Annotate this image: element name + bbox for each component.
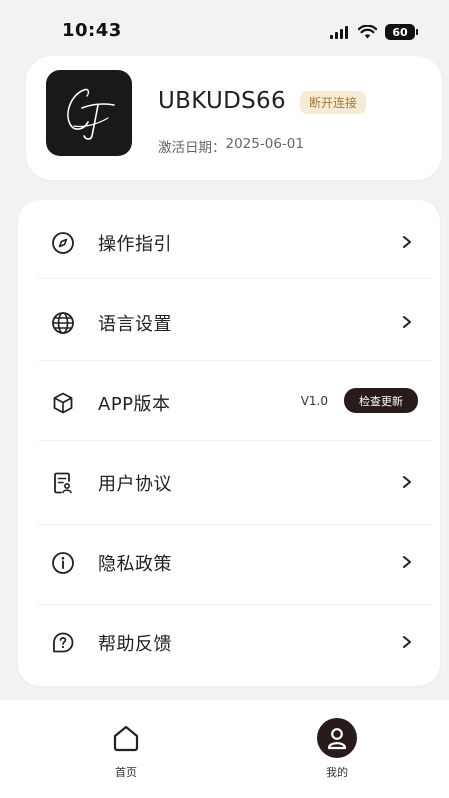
chevron-right-icon <box>403 476 411 488</box>
signal-icon <box>330 25 348 39</box>
status-icons: 60 <box>330 24 418 40</box>
menu-item-app-version: APP版本 V1.0 检查更新 <box>18 362 440 442</box>
nav-mine[interactable]: 我的 <box>297 718 377 784</box>
document-user-icon <box>50 470 76 496</box>
chevron-right-icon <box>403 236 411 248</box>
device-name: UBKUDS66 <box>158 88 286 114</box>
check-update-button[interactable]: 检查更新 <box>344 388 418 413</box>
compass-icon <box>50 230 76 256</box>
profile-card[interactable]: UBKUDS66 断开连接 激活日期： 2025-06-01 <box>26 56 442 180</box>
menu-item-language-settings[interactable]: 语言设置 <box>18 282 440 362</box>
activation-row: 激活日期： 2025-06-01 <box>158 136 304 156</box>
status-bar: 10:43 60 <box>0 0 449 50</box>
menu-item-help-feedback[interactable]: 帮助反馈 <box>18 602 440 682</box>
nav-home[interactable]: 首页 <box>86 718 166 784</box>
menu-item-privacy-policy[interactable]: 隐私政策 <box>18 522 440 602</box>
status-time: 10:43 <box>62 20 122 41</box>
menu-item-operation-guide[interactable]: 操作指引 <box>18 202 440 282</box>
menu-item-user-agreement[interactable]: 用户协议 <box>18 442 440 522</box>
user-icon <box>317 718 357 758</box>
menu-card: 操作指引 语言设置 APP版本 V1.0 检查更新 用户协议 隐私政策 帮助反馈 <box>18 200 440 686</box>
divider <box>38 278 432 279</box>
menu-item-label: 语言设置 <box>98 314 172 335</box>
avatar <box>46 70 132 156</box>
menu-item-label: APP版本 <box>98 394 171 415</box>
battery-icon: 60 <box>385 24 418 40</box>
home-icon <box>113 725 139 752</box>
chevron-right-icon <box>403 556 411 568</box>
menu-item-label: 操作指引 <box>98 234 172 255</box>
connection-status-badge[interactable]: 断开连接 <box>300 91 367 114</box>
menu-item-label: 隐私政策 <box>98 554 172 575</box>
globe-icon <box>50 310 76 336</box>
activation-date: 2025-06-01 <box>225 136 304 152</box>
info-icon <box>50 550 76 576</box>
bottom-nav: 首页 我的 <box>0 700 449 798</box>
chevron-right-icon <box>403 636 411 648</box>
activation-label: 激活日期： <box>158 140 226 156</box>
nav-home-label: 首页 <box>115 766 137 779</box>
version-value: V1.0 <box>300 394 328 408</box>
divider <box>38 440 432 441</box>
chevron-right-icon <box>403 316 411 328</box>
menu-item-label: 帮助反馈 <box>98 634 172 655</box>
menu-item-label: 用户协议 <box>98 474 172 495</box>
wifi-icon <box>358 25 377 39</box>
brand-logo-icon <box>67 88 115 140</box>
battery-level: 60 <box>392 25 408 39</box>
divider <box>38 360 432 361</box>
help-icon <box>50 630 76 656</box>
nav-mine-label: 我的 <box>326 766 348 779</box>
cube-icon <box>50 390 76 416</box>
